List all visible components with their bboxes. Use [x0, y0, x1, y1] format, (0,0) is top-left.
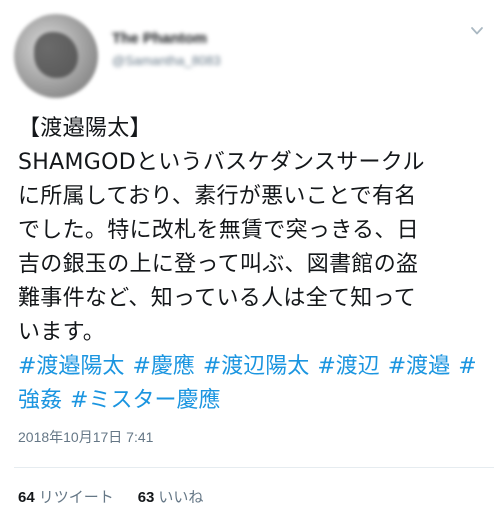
tweet-line: SHAMGODというバスケダンスサークル [18, 150, 425, 175]
avatar[interactable] [14, 14, 98, 98]
hashtag-link[interactable]: #慶應 [132, 354, 194, 379]
retweet-label: リツイート [38, 489, 114, 506]
tweet-line: でした。特に改札を無賃で突っきる、日 [18, 218, 419, 243]
retweet-count-number: 64 [18, 489, 35, 506]
like-count[interactable]: 63 いいね [138, 489, 204, 506]
tweet-text: 【渡邉陽太】 SHAMGODというバスケダンスサークル に所属しており、素行が悪… [18, 112, 488, 350]
tweet-stats: 64 リツイート 63 いいね [18, 486, 227, 507]
tweet-line: います。 [18, 320, 106, 345]
divider [14, 467, 494, 468]
retweet-count[interactable]: 64 リツイート [18, 489, 114, 506]
tweet-card: The Phantom @Samantha_8083 【渡邉陽太】 SHAMGO… [0, 0, 500, 521]
tweet-title: 【渡邉陽太】 [18, 116, 152, 141]
hashtag-link[interactable]: #渡邉 [388, 354, 450, 379]
like-label: いいね [158, 489, 204, 506]
like-count-number: 63 [137, 489, 155, 506]
hashtag-link[interactable]: #渡辺陽太 [203, 354, 309, 379]
avatar-image [34, 32, 78, 78]
tweet-timestamp[interactable]: 2018年10月17日 7:41 [18, 427, 153, 447]
tweet-header: The Phantom @Samantha_8083 [112, 30, 221, 68]
hashtag-link[interactable]: #渡辺 [317, 354, 379, 379]
tweet-line: に所属しており、素行が悪いことで有名 [18, 184, 417, 209]
hashtag-link[interactable]: #渡邉陽太 [18, 354, 124, 379]
display-name[interactable]: The Phantom [112, 30, 221, 47]
tweet-line: 難事件など、知っている人は全て知って [18, 286, 417, 311]
user-handle[interactable]: @Samantha_8083 [112, 53, 221, 68]
tweet-line: 吉の銀玉の上に登って叫ぶ、図書館の盗 [18, 252, 419, 277]
hashtag-link[interactable]: #ミスター慶應 [70, 388, 220, 413]
chevron-down-icon[interactable] [470, 24, 484, 38]
hashtag-list: #渡邉陽太 #慶應 #渡辺陽太 #渡辺 #渡邉 #強姦 #ミスター慶應 [18, 350, 488, 418]
